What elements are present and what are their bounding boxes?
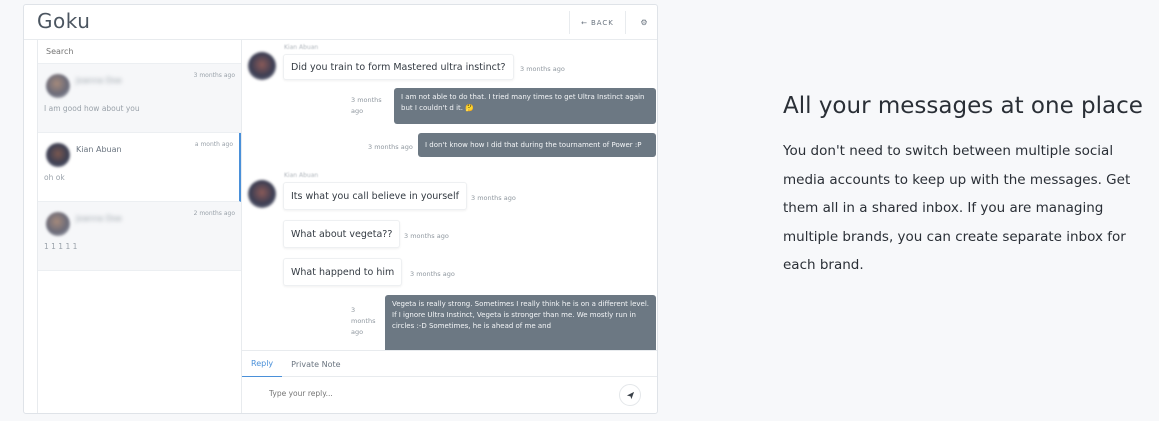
conversation-name: Joanna Doe	[76, 214, 122, 223]
settings-button[interactable]: ⚙	[632, 11, 656, 34]
message-time: 3 months ago	[410, 270, 455, 278]
conversation-name: Joanna Doe	[76, 76, 122, 85]
send-icon	[626, 391, 634, 399]
gear-icon: ⚙	[640, 18, 648, 27]
message-time: 3 months ago	[351, 96, 382, 115]
sender-name: Kian Abuan	[284, 172, 319, 179]
tab-private-note[interactable]: Private Note	[282, 351, 349, 377]
incoming-message: What happend to him	[283, 258, 403, 286]
composer-tabs: Reply Private Note	[242, 351, 657, 377]
arrow-left-icon: ←	[581, 18, 588, 27]
conversation-preview: I am good how about you	[44, 104, 140, 113]
tab-reply[interactable]: Reply	[242, 351, 283, 377]
send-button[interactable]	[619, 384, 641, 406]
feature-body: You don't need to switch between multipl…	[783, 143, 1131, 273]
contact-avatar	[248, 52, 276, 80]
conversation-item[interactable]: Joanna Doe 3 months ago I am good how ab…	[38, 64, 241, 133]
conversation-preview: 1 1 1 1 1	[44, 242, 78, 251]
back-button[interactable]: ← BACK	[569, 11, 626, 34]
avatar	[46, 143, 70, 167]
message-time: 3 months ago	[351, 306, 376, 336]
avatar	[46, 74, 70, 98]
outgoing-message: I don't know how I did that during the t…	[418, 133, 656, 157]
message-time: 3 months ago	[404, 232, 449, 240]
conversation-time: 2 months ago	[193, 210, 235, 217]
reply-composer: Reply Private Note	[242, 350, 657, 413]
message-time: 3 months ago	[471, 194, 516, 202]
top-bar: Goku ← BACK ⚙	[24, 5, 657, 40]
back-label: BACK	[590, 18, 614, 27]
outgoing-message: Vegeta is really strong. Sometimes I rea…	[385, 295, 656, 350]
incoming-message: Its what you call believe in yourself	[283, 182, 467, 210]
conversation-preview: oh ok	[44, 173, 65, 182]
inbox-window: Goku ← BACK ⚙ Joanna Doe 3 months ago I …	[23, 4, 658, 414]
search-bar	[38, 40, 241, 64]
contact-avatar	[248, 180, 276, 208]
message-time: 3 months ago	[520, 65, 565, 73]
conversation-sidebar: Joanna Doe 3 months ago I am good how ab…	[37, 40, 242, 413]
avatar	[46, 212, 70, 236]
feature-title: All your messages at one place	[783, 93, 1143, 119]
search-input[interactable]	[46, 47, 233, 56]
conversation-item[interactable]: Joanna Doe 2 months ago 1 1 1 1 1	[38, 202, 241, 271]
conversation-name: Kian Abuan	[76, 145, 122, 154]
incoming-message: What about vegeta??	[283, 220, 401, 248]
outgoing-message: I am not able to do that. I tried many t…	[394, 88, 656, 124]
incoming-message: Did you train to form Mastered ultra ins…	[283, 54, 514, 80]
app-title: Goku	[37, 9, 91, 33]
sender-name: Kian Abuan	[284, 44, 319, 51]
reply-input[interactable]	[269, 389, 569, 398]
conversation-time: 3 months ago	[193, 72, 235, 79]
message-thread: Kian Abuan Did you train to form Mastere…	[242, 40, 657, 350]
message-time: 3 months ago	[368, 143, 413, 151]
conversation-time: a month ago	[194, 141, 233, 148]
feature-description: All your messages at one place You don't…	[783, 88, 1143, 280]
conversation-item-active[interactable]: Kian Abuan a month ago oh ok	[38, 133, 241, 202]
